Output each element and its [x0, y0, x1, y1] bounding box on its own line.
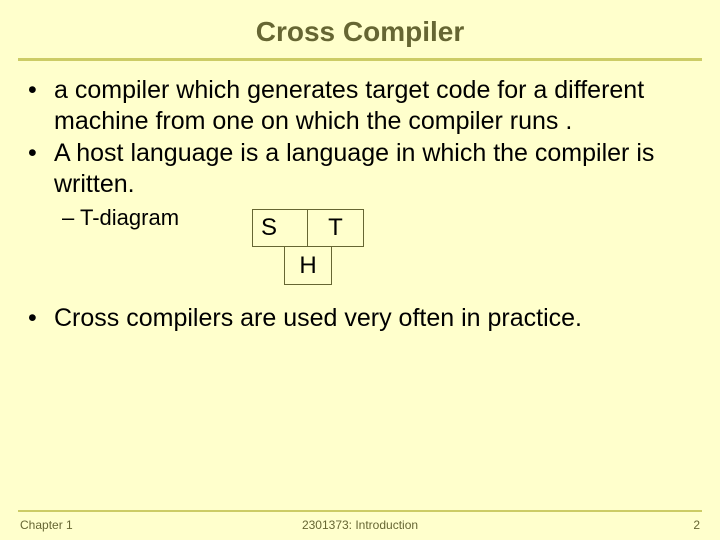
t-diagram-target: T	[308, 209, 364, 247]
bullet-marker: •	[28, 75, 54, 136]
t-diagram-host: H	[284, 247, 332, 285]
bullet-item: • a compiler which generates target code…	[28, 75, 692, 136]
bullet-text: Cross compilers are used very often in p…	[54, 303, 582, 334]
sub-bullet: – T-diagram	[62, 205, 692, 232]
bullet-text: A host language is a language in which t…	[54, 138, 692, 199]
slide-body: • a compiler which generates target code…	[0, 61, 720, 334]
sub-bullet-marker: –	[62, 205, 80, 232]
bullet-item: • A host language is a language in which…	[28, 138, 692, 199]
bullet-marker: •	[28, 138, 54, 199]
footer-right: 2	[693, 518, 700, 532]
t-diagram-source: S	[252, 209, 308, 247]
footer-divider	[18, 510, 702, 512]
footer-center: 2301373: Introduction	[0, 518, 720, 532]
slide-footer: Chapter 1 2301373: Introduction 2	[0, 518, 720, 532]
bullet-marker: •	[28, 303, 54, 334]
footer-left: Chapter 1	[20, 518, 73, 532]
t-diagram: S T H	[252, 209, 364, 285]
slide-title: Cross Compiler	[0, 0, 720, 58]
bullet-item: • Cross compilers are used very often in…	[28, 303, 692, 334]
sub-bullet-text: T-diagram	[80, 205, 179, 232]
bullet-text: a compiler which generates target code f…	[54, 75, 692, 136]
